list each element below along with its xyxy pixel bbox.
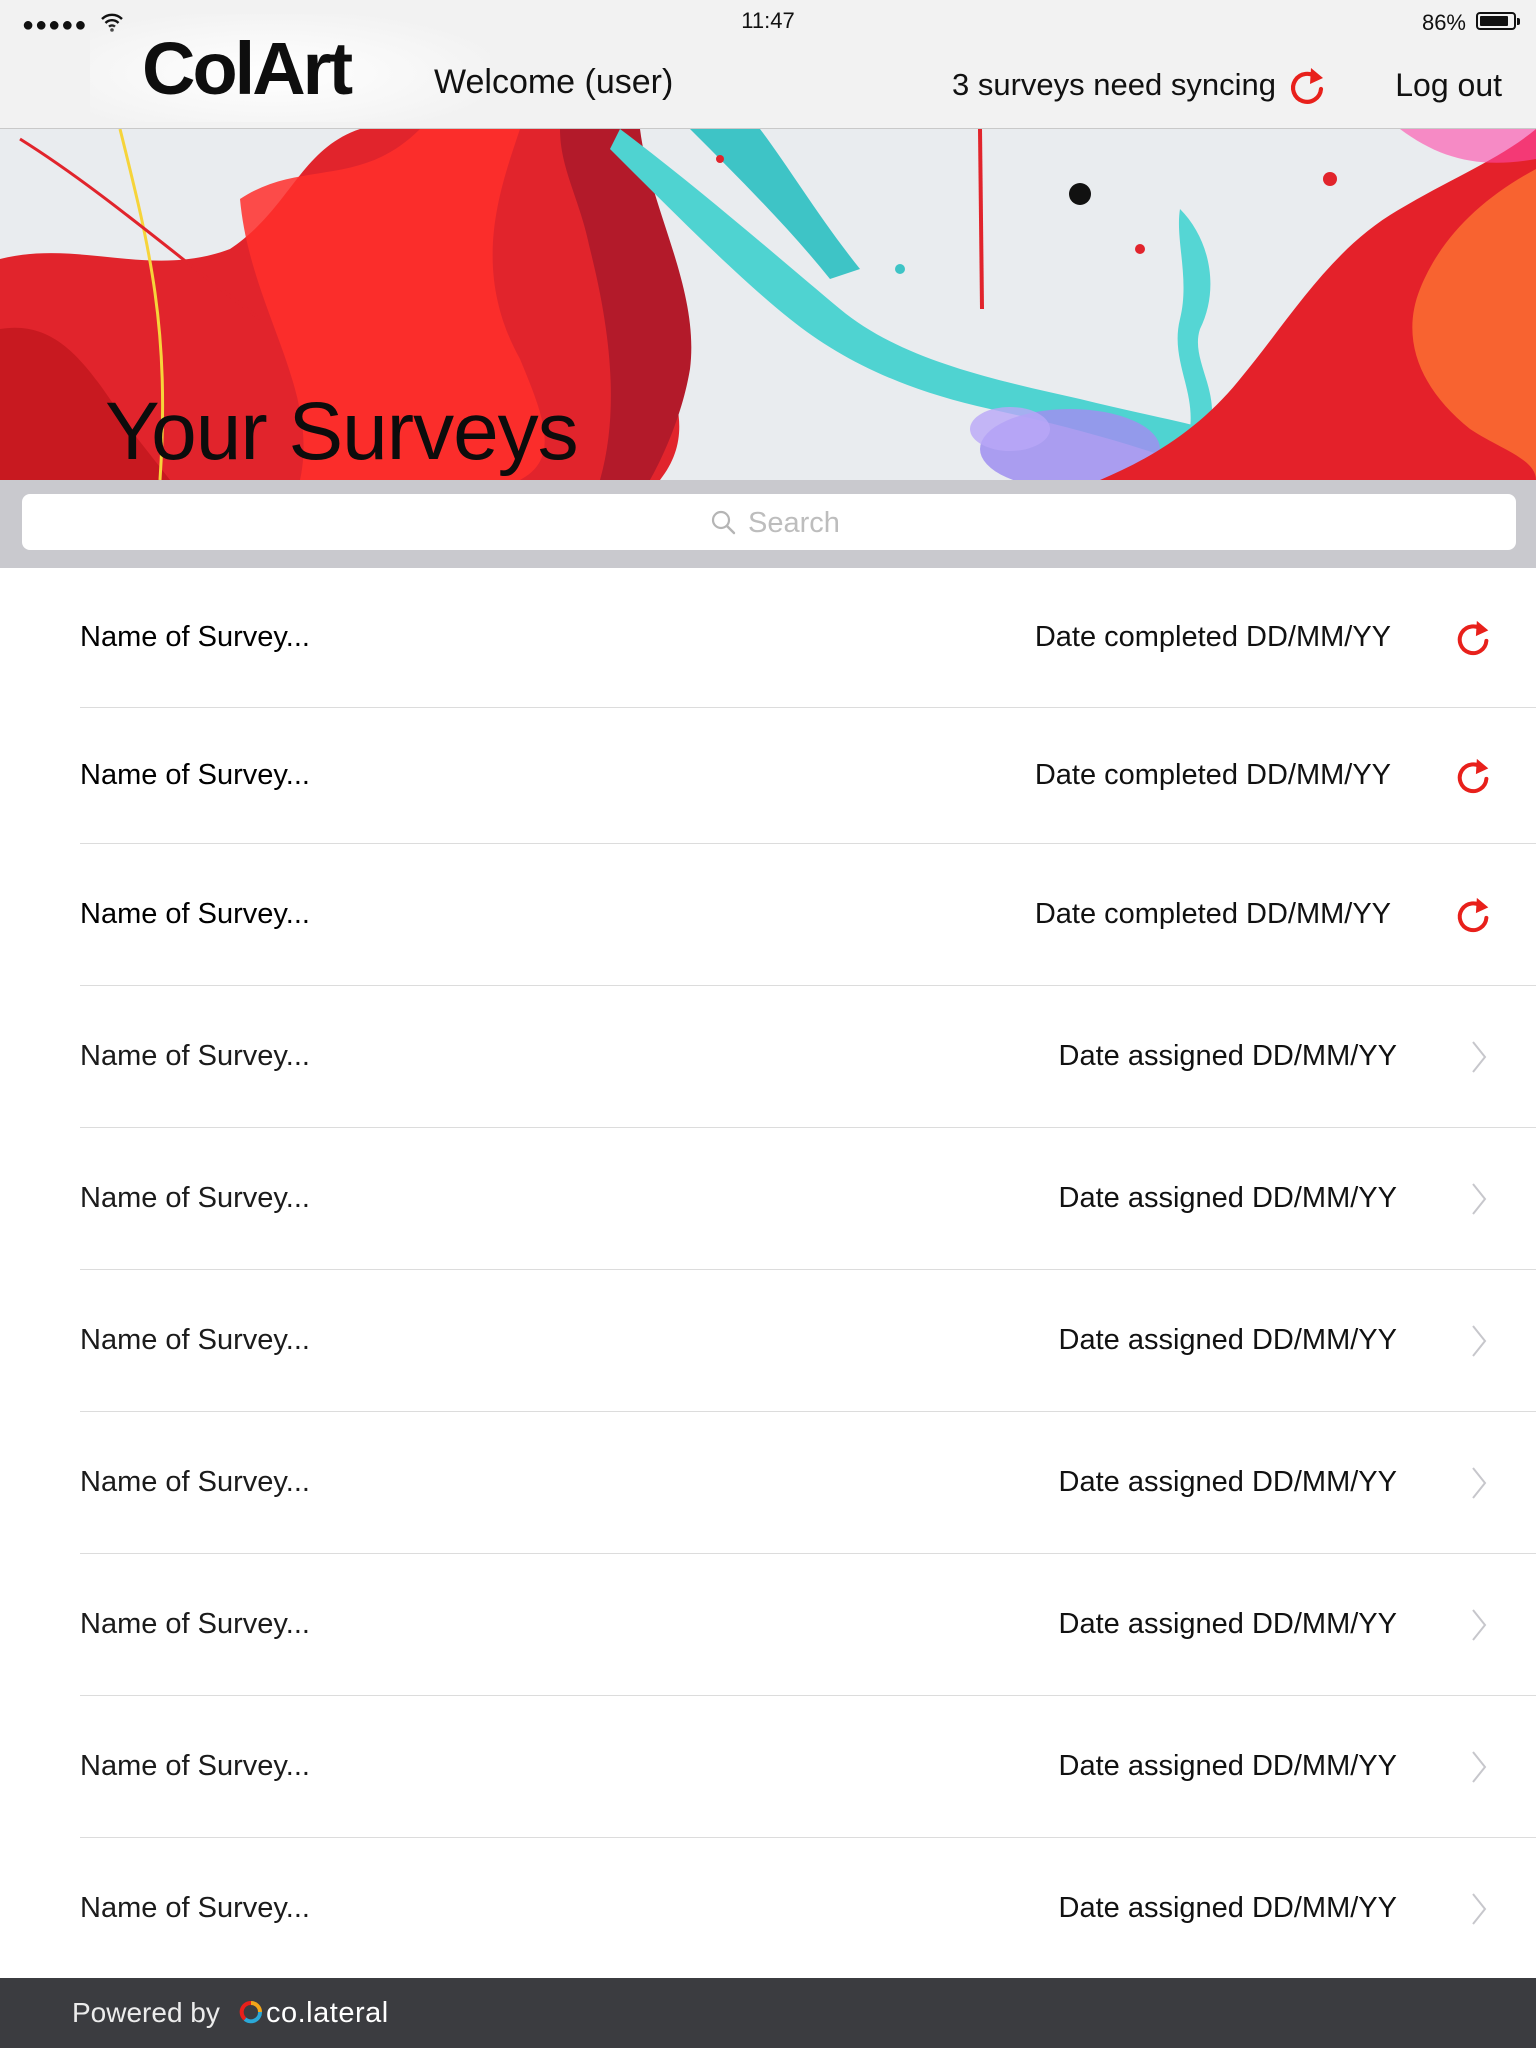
search-field[interactable] [22,494,1516,550]
date-assigned: Date assigned DD/MM/YY [1058,1608,1397,1640]
survey-row[interactable]: Name of Survey... Date assigned DD/MM/YY [0,986,1536,1128]
colateral-brand: co.lateral [266,1997,389,2029]
colart-logo: ColArt [142,27,353,110]
sync-survey-button[interactable] [1454,616,1494,665]
sync-survey-button[interactable] [1454,893,1494,942]
battery-fill [1480,16,1508,26]
chevron-right-icon [1470,1892,1488,1931]
sync-icon [1457,758,1489,794]
survey-name: Name of Survey... [80,1466,310,1498]
date-completed: Date completed DD/MM/YY [1034,898,1391,930]
survey-name: Name of Survey... [80,1324,310,1356]
date-assigned: Date assigned DD/MM/YY [1058,1182,1397,1214]
date-assigned: Date assigned DD/MM/YY [1058,1466,1397,1498]
survey-row[interactable]: Name of Survey... Date assigned DD/MM/YY [0,1554,1536,1696]
footer: Powered by co.lateral [0,1978,1536,2048]
survey-row[interactable]: Name of Survey... Date assigned DD/MM/YY [0,1412,1536,1554]
survey-name: Name of Survey... [80,1608,310,1640]
survey-row[interactable]: Name of Survey... Date completed DD/MM/YY [0,568,1536,708]
powered-by-label: Powered by [72,1997,220,2028]
date-assigned: Date assigned DD/MM/YY [1058,1892,1397,1924]
search-bar-area [0,480,1536,568]
survey-row[interactable]: Name of Survey... Date assigned DD/MM/YY [0,1128,1536,1270]
welcome-message: Welcome (user) [434,63,674,101]
chevron-right-icon [1470,1608,1488,1647]
survey-row[interactable]: Name of Survey... Date completed DD/MM/YY [0,844,1536,986]
chevron-right-icon [1470,1040,1488,1079]
date-completed: Date completed DD/MM/YY [1034,759,1391,791]
battery-percentage: 86% [1421,10,1466,35]
header-banner: Your Surveys [0,129,1536,480]
date-assigned: Date assigned DD/MM/YY [1058,1040,1397,1072]
sync-status-text: 3 surveys need syncing [952,67,1276,102]
logout-button[interactable]: Log out [1395,67,1502,104]
top-bar: ●●●●● 11:47 86% ColArt Welcome (user) 3 … [0,0,1536,129]
survey-row[interactable]: Name of Survey... Date completed DD/MM/YY [0,708,1536,844]
survey-name: Name of Survey... [80,1182,310,1214]
date-completed: Date completed DD/MM/YY [1034,621,1391,653]
chevron-right-icon [1470,1466,1488,1505]
chevron-right-icon [1470,1324,1488,1363]
survey-name: Name of Survey... [80,1040,310,1072]
survey-row[interactable]: Name of Survey... Date assigned DD/MM/YY [0,1696,1536,1838]
survey-row[interactable]: Name of Survey... Date assigned DD/MM/YY [0,1838,1536,1980]
survey-name: Name of Survey... [80,1892,310,1924]
survey-name: Name of Survey... [80,621,310,653]
sync-icon [1457,620,1489,656]
sync-survey-button[interactable] [1454,754,1494,803]
search-input[interactable] [746,504,1050,542]
sync-icon [1290,68,1324,104]
survey-name: Name of Survey... [80,759,310,791]
date-assigned: Date assigned DD/MM/YY [1058,1324,1397,1356]
survey-name: Name of Survey... [80,1750,310,1782]
logo-container: ColArt [90,14,490,122]
chevron-right-icon [1470,1750,1488,1789]
chevron-right-icon [1470,1182,1488,1221]
date-assigned: Date assigned DD/MM/YY [1058,1750,1397,1782]
sync-all-button[interactable] [1287,63,1329,109]
page-title: Your Surveys [105,386,579,477]
search-icon [710,509,736,540]
survey-row[interactable]: Name of Survey... Date assigned DD/MM/YY [0,1270,1536,1412]
sync-icon [1457,897,1489,933]
battery-icon [1476,12,1520,30]
colateral-logo-icon [239,2000,263,2029]
survey-name: Name of Survey... [80,898,310,930]
